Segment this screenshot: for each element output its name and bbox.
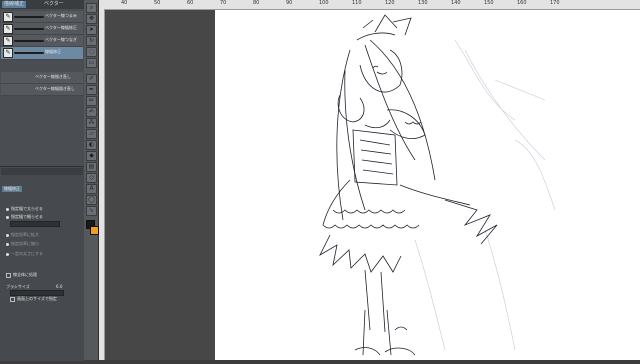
ruler-tick: 40 <box>121 0 128 6</box>
option-scale-up[interactable]: 指定倍率に拡大 <box>6 232 39 238</box>
airbrush-icon[interactable]: ⁂ <box>86 118 97 128</box>
line-art-illustration <box>319 14 556 356</box>
operation-icon[interactable]: ➤ <box>86 25 97 35</box>
brush-item-label: ベクター線つまみ <box>45 13 77 18</box>
fix-screen-size-option[interactable]: 画面上のサイズで指定 <box>10 296 57 302</box>
width-slider[interactable] <box>10 221 60 227</box>
ruler-tick: 120 <box>385 0 395 6</box>
brush-item-label: ベクター線描き直し <box>35 74 71 79</box>
option-uniform[interactable]: 一定の太さにする <box>6 251 43 257</box>
move-icon[interactable]: ✥ <box>86 14 97 24</box>
figure-icon[interactable]: ◇ <box>86 173 97 183</box>
text-icon[interactable]: A <box>86 184 97 194</box>
select-icon[interactable]: ▭ <box>86 58 97 68</box>
zoom-icon[interactable]: ⌕ <box>86 3 97 13</box>
option-scale-down[interactable]: 指定倍率に縮小 <box>6 241 39 247</box>
brush-item-vector-pinch[interactable]: ✎ ベクター線つまみ <box>1 11 83 23</box>
brush-stroke-preview <box>14 52 44 54</box>
brush-item-vector-join[interactable]: ✎ ベクター線つなぎ <box>1 35 83 47</box>
radio-icon <box>6 242 9 246</box>
pen-icon[interactable]: ✒ <box>86 85 97 95</box>
brush-size-value[interactable]: 6.0 <box>56 284 62 289</box>
radio-icon <box>6 252 9 256</box>
brush-item-label: ベクター線幅修正 <box>45 25 77 30</box>
ruler-tick: 80 <box>253 0 260 6</box>
fill-icon[interactable]: ◆ <box>86 151 97 161</box>
subtool-tab-bar: 描線補正 ベクター <box>0 0 84 9</box>
blend-icon[interactable]: ◐ <box>86 140 97 150</box>
brush-stroke-preview <box>14 28 44 30</box>
ruler-tick: 160 <box>517 0 527 6</box>
balloon-icon[interactable]: ◯ <box>86 195 97 205</box>
radio-icon <box>6 207 9 211</box>
gradient-icon[interactable]: ▤ <box>86 162 97 172</box>
ruler-tick: 50 <box>154 0 161 6</box>
brush-stroke-preview <box>14 40 44 42</box>
tool-property-title: 線幅修正 <box>2 186 22 192</box>
tool-palette: ⌕ ✥ ➤ ↻ ◌ ▭ ✐ ✒ ✏ ✍ ⁂ ▱ ◐ ◆ ▤ ◇ A ◯ ∿ <box>84 0 99 360</box>
brush-icon[interactable]: ✍ <box>86 107 97 117</box>
brush-stroke-preview <box>14 16 44 18</box>
tool-property-panel <box>0 166 84 361</box>
tab-vector[interactable]: ベクター <box>42 1 66 8</box>
ruler-tick: 60 <box>187 0 194 6</box>
brush-item-label: ベクター線幅描き直し <box>35 86 75 91</box>
lasso-icon[interactable]: ◌ <box>86 47 97 57</box>
ruler-tick: 100 <box>319 0 329 6</box>
brush-item-vector-redraw[interactable]: ベクター線描き直し <box>1 72 83 84</box>
radio-icon <box>6 233 9 237</box>
ruler-tick: 110 <box>352 0 362 6</box>
sub-color-swatch[interactable] <box>90 226 99 235</box>
sketch-layer <box>414 39 556 351</box>
eyedropper-icon[interactable]: ✐ <box>86 74 97 84</box>
brush-tool-icon: ✎ <box>3 12 13 22</box>
tool-property-header <box>1 168 83 175</box>
option-whole-line[interactable]: 線全体に処理 <box>6 272 37 278</box>
horizontal-ruler: 40 50 60 70 80 90 100 110 120 130 140 15… <box>99 0 640 10</box>
eraser-icon[interactable]: ▱ <box>86 129 97 139</box>
brush-item-width-correction[interactable]: ✎ 線幅修正 <box>1 47 83 60</box>
rotate-icon[interactable]: ↻ <box>86 36 97 46</box>
brush-tool-icon: ✎ <box>3 48 13 58</box>
correct-line-icon[interactable]: ∿ <box>86 206 97 216</box>
brush-item-label: 線幅修正 <box>45 49 61 54</box>
option-thicken[interactable]: 指定幅で太らせる <box>6 206 43 212</box>
radio-icon <box>6 215 9 219</box>
option-thin[interactable]: 指定幅で細らせる <box>6 214 43 220</box>
checkbox-icon <box>6 272 11 278</box>
brush-tool-icon: ✎ <box>3 24 13 34</box>
ruler-tick: 170 <box>550 0 560 6</box>
ruler-tick: 70 <box>220 0 227 6</box>
brush-item-vector-width[interactable]: ✎ ベクター線幅修正 <box>1 23 83 35</box>
tab-line-correction[interactable]: 描線補正 <box>2 1 27 8</box>
pencil-icon[interactable]: ✏ <box>86 96 97 106</box>
checkbox-icon <box>10 296 15 302</box>
brush-item-label: ベクター線つなぎ <box>45 37 77 42</box>
ruler-tick: 130 <box>418 0 428 6</box>
ruler-tick: 140 <box>451 0 461 6</box>
brush-item-vector-width-redraw[interactable]: ベクター線幅描き直し <box>1 84 83 96</box>
ruler-tick: 90 <box>286 0 293 6</box>
brush-tool-icon: ✎ <box>3 36 13 46</box>
workspace-background <box>105 10 215 360</box>
ruler-tick: 150 <box>484 0 494 6</box>
drawing-canvas[interactable] <box>215 10 640 360</box>
